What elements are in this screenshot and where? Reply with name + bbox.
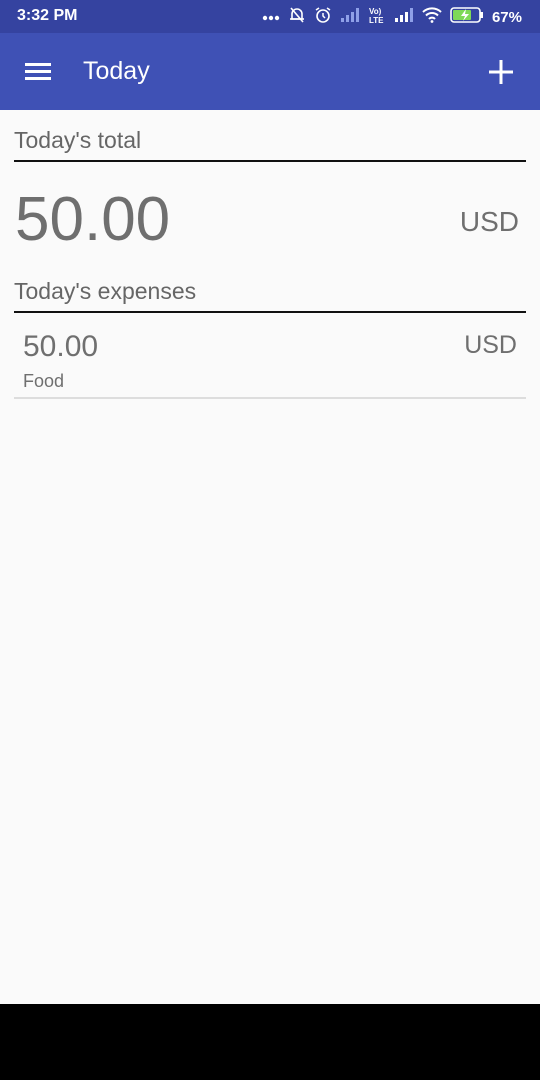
total-currency: USD <box>459 206 519 237</box>
hamburger-menu-icon <box>25 63 51 80</box>
expenses-section-header: Today's expenses <box>14 278 526 313</box>
main-content: Today's total 50.00 USD Today's expenses… <box>0 110 540 1004</box>
add-expense-button[interactable] <box>484 55 518 89</box>
expense-category: Food <box>23 371 65 391</box>
status-bar: 3:32 PM Vo) LTE 67% <box>0 0 540 33</box>
more-dots-icon <box>262 8 280 26</box>
status-time: 3:32 PM <box>17 7 78 24</box>
signal-icon <box>340 7 360 28</box>
battery-percent: 67% <box>491 8 522 26</box>
expense-amount: 50.00 <box>23 330 99 363</box>
notifications-off-icon <box>288 6 306 29</box>
svg-text:LTE: LTE <box>369 16 384 24</box>
page-title: Today <box>83 57 150 85</box>
expense-currency: USD <box>464 331 517 359</box>
volte-icon: Vo) LTE <box>368 6 386 29</box>
battery-charging-icon <box>450 6 484 28</box>
svg-text:Vo): Vo) <box>369 7 382 16</box>
plus-icon <box>489 60 513 84</box>
total-section-header: Today's total <box>14 127 526 162</box>
total-amount: 50.00 <box>15 185 171 254</box>
wifi-icon <box>422 6 442 28</box>
menu-button[interactable] <box>22 57 54 85</box>
alarm-icon <box>314 6 332 29</box>
expense-list-item[interactable]: 50.00 USD Food <box>14 314 526 399</box>
app-bar: Today <box>0 33 540 110</box>
status-icons: Vo) LTE 67% <box>262 7 522 27</box>
system-navigation-bar <box>0 1004 540 1080</box>
signal-icon <box>394 7 414 28</box>
